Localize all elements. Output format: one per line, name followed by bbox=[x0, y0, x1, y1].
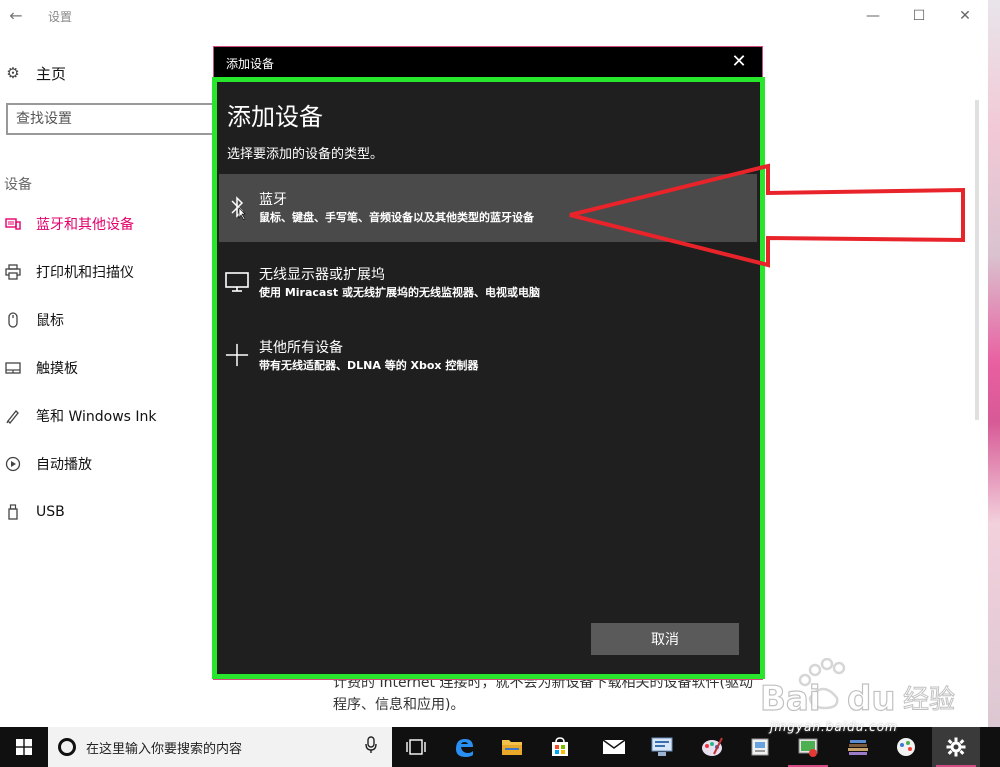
usb-icon bbox=[4, 503, 22, 521]
section-heading: 设备 bbox=[4, 177, 32, 193]
sidebar-item-label: USB bbox=[36, 504, 65, 520]
taskbar-search-placeholder: 在这里输入你要搜索的内容 bbox=[86, 741, 243, 757]
sidebar-item-pen[interactable]: 笔和 Windows Ink bbox=[4, 402, 157, 430]
search-input[interactable] bbox=[8, 105, 234, 133]
sidebar-item-mouse[interactable]: 鼠标 bbox=[4, 306, 64, 334]
sidebar-item-bluetooth[interactable]: 蓝牙和其他设备 bbox=[4, 210, 134, 238]
sidebar-home-label: 主页 bbox=[36, 64, 67, 83]
app-icon-1[interactable] bbox=[638, 727, 686, 767]
sidebar-item-printers[interactable]: 打印机和扫描仪 bbox=[4, 258, 134, 286]
sidebar-item-label: 蓝牙和其他设备 bbox=[36, 217, 134, 233]
sidebar-item-label: 自动播放 bbox=[36, 457, 92, 473]
red-arrow-annotation bbox=[569, 163, 965, 268]
edge-icon[interactable] bbox=[440, 727, 488, 767]
paint-icon[interactable] bbox=[688, 727, 736, 767]
sidebar-item-autoplay[interactable]: 自动播放 bbox=[4, 450, 92, 478]
microphone-icon[interactable] bbox=[358, 736, 384, 758]
minimize-button[interactable]: — bbox=[850, 0, 896, 32]
window-title: 设置 bbox=[48, 10, 73, 24]
sidebar-home[interactable]: ⚙ 主页 bbox=[4, 60, 66, 86]
sidebar-item-label: 打印机和扫描仪 bbox=[36, 265, 134, 281]
sidebar-item-touchpad[interactable]: 触摸板 bbox=[4, 354, 78, 382]
sidebar-item-label: 鼠标 bbox=[36, 313, 64, 329]
settings-icon[interactable] bbox=[932, 727, 980, 767]
store-icon[interactable] bbox=[536, 727, 584, 767]
back-arrow-icon[interactable]: ← bbox=[4, 4, 28, 28]
cortana-icon bbox=[58, 738, 76, 756]
watermark-url: jingyan.baidu.com bbox=[770, 720, 898, 734]
file-explorer-icon[interactable] bbox=[488, 727, 536, 767]
settings-search-box[interactable] bbox=[6, 103, 236, 135]
task-view-icon[interactable] bbox=[392, 727, 440, 767]
background-text-line: 程序、信息和应用)。 bbox=[333, 697, 465, 713]
close-icon[interactable]: ✕ bbox=[716, 47, 762, 77]
sidebar-item-usb[interactable]: USB bbox=[4, 498, 65, 526]
taskbar-search-box[interactable]: 在这里输入你要搜索的内容 bbox=[48, 727, 392, 767]
printer-icon bbox=[4, 263, 22, 281]
close-button[interactable]: ✕ bbox=[942, 0, 988, 32]
sidebar-item-label: 触摸板 bbox=[36, 361, 78, 377]
gear-icon: ⚙ bbox=[6, 64, 20, 82]
mail-icon[interactable] bbox=[590, 727, 638, 767]
maximize-button[interactable]: ☐ bbox=[896, 0, 942, 32]
dialog-window-title: 添加设备 bbox=[226, 57, 275, 71]
autoplay-icon bbox=[4, 455, 22, 473]
dialog-title-bar: 添加设备 ✕ bbox=[214, 47, 762, 77]
title-bar: ← 设置 — ☐ ✕ bbox=[0, 0, 988, 32]
mouse-icon bbox=[4, 311, 22, 329]
bluetooth-devices-icon bbox=[4, 215, 22, 233]
sidebar-item-label: 笔和 Windows Ink bbox=[36, 409, 157, 425]
touchpad-icon bbox=[4, 359, 22, 377]
windows-start-icon[interactable] bbox=[0, 727, 48, 767]
scrollbar[interactable] bbox=[975, 100, 979, 420]
pen-icon bbox=[4, 407, 22, 425]
desktop-wallpaper bbox=[988, 0, 1000, 727]
